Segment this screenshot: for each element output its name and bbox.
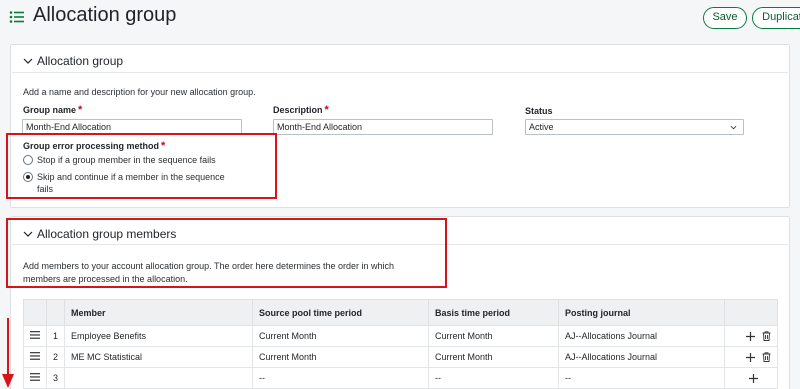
members-table: Member Source pool time period Basis tim… <box>23 299 778 389</box>
source-period-cell[interactable]: Current Month <box>252 346 430 368</box>
status-value: Active <box>529 122 554 132</box>
status-select[interactable]: Active <box>525 119 744 135</box>
allocation-group-panel: Allocation group Add a name and descript… <box>10 44 790 208</box>
row-actions <box>724 346 778 368</box>
drag-handle[interactable] <box>23 367 47 389</box>
source-period-cell[interactable]: -- <box>252 367 430 389</box>
list-menu-icon[interactable] <box>9 9 25 25</box>
add-icon[interactable] <box>746 352 756 362</box>
drag-handle-icon[interactable] <box>30 373 40 381</box>
basis-period-cell[interactable]: -- <box>428 367 560 389</box>
table-row: 1 Employee Benefits Current Month Curren… <box>23 325 778 347</box>
drag-handle[interactable] <box>23 325 47 347</box>
description-label: Description * <box>273 104 329 116</box>
drag-column-header <box>23 299 47 326</box>
status-label: Status <box>525 106 553 116</box>
section-header-members[interactable]: Allocation group members <box>23 226 176 242</box>
allocation-group-members-panel: Allocation group members Add members to … <box>10 216 790 389</box>
page-header: Allocation group Save Duplicat <box>0 0 800 36</box>
required-asterisk: * <box>324 104 329 116</box>
trash-icon[interactable] <box>762 331 771 342</box>
radio-label: Stop if a group member in the sequence f… <box>37 155 216 165</box>
row-number: 3 <box>45 367 66 389</box>
drag-handle[interactable] <box>23 346 47 368</box>
posting-journal-cell[interactable]: AJ--Allocations Journal <box>558 325 726 347</box>
drag-handle-icon[interactable] <box>30 352 40 360</box>
radio-button-selected[interactable] <box>23 172 33 182</box>
section-divider <box>12 244 788 245</box>
section-title: Allocation group members <box>37 227 177 241</box>
page-title: Allocation group <box>33 4 177 26</box>
table-row: 2 ME MC Statistical Current Month Curren… <box>23 346 778 368</box>
chevron-down-icon[interactable] <box>23 229 33 239</box>
number-column-header <box>45 299 66 326</box>
basis-period-cell[interactable]: Current Month <box>428 325 560 347</box>
actions-column-header <box>724 299 778 326</box>
row-actions <box>724 325 778 347</box>
row-actions <box>724 367 778 389</box>
row-number: 1 <box>45 325 66 347</box>
add-icon[interactable] <box>749 374 758 384</box>
section-description: Add a name and description for your new … <box>23 87 256 97</box>
radio-option-skip[interactable]: Skip and continue if a member in the seq… <box>23 171 225 195</box>
section-title: Allocation group <box>37 54 124 68</box>
column-header-member[interactable]: Member <box>64 299 254 326</box>
radio-option-stop[interactable]: Stop if a group member in the sequence f… <box>23 154 216 166</box>
section-divider <box>12 72 788 73</box>
column-header-basis[interactable]: Basis time period <box>428 299 560 326</box>
row-number: 2 <box>45 346 66 368</box>
add-icon[interactable] <box>746 331 756 341</box>
save-button[interactable]: Save <box>703 7 747 29</box>
source-period-cell[interactable]: Current Month <box>252 325 430 347</box>
member-cell[interactable] <box>64 367 254 389</box>
section-description: Add members to your account allocation g… <box>23 261 395 284</box>
column-header-source-pool[interactable]: Source pool time period <box>252 299 430 326</box>
duplicate-button[interactable]: Duplicat <box>752 7 800 29</box>
arrow-down-icon <box>2 318 14 388</box>
member-cell[interactable]: Employee Benefits <box>64 325 254 347</box>
error-method-label: Group error processing method * <box>23 140 166 152</box>
radio-button[interactable] <box>23 155 33 165</box>
chevron-down-icon[interactable] <box>23 56 33 66</box>
drag-handle-icon[interactable] <box>30 331 40 339</box>
required-asterisk: * <box>78 104 83 116</box>
group-name-input[interactable] <box>22 119 242 135</box>
required-asterisk: * <box>161 140 166 152</box>
posting-journal-cell[interactable]: AJ--Allocations Journal <box>558 346 726 368</box>
posting-journal-cell[interactable]: -- <box>558 367 726 389</box>
chevron-down-icon <box>730 125 737 130</box>
group-name-label: Group name * <box>23 104 83 116</box>
column-header-posting-journal[interactable]: Posting journal <box>558 299 726 326</box>
member-cell[interactable]: ME MC Statistical <box>64 346 254 368</box>
table-header-row: Member Source pool time period Basis tim… <box>23 299 778 326</box>
trash-icon[interactable] <box>762 352 771 363</box>
section-header-allocation-group[interactable]: Allocation group <box>23 53 123 69</box>
description-input[interactable] <box>273 119 493 135</box>
basis-period-cell[interactable]: Current Month <box>428 346 560 368</box>
table-row: 3 -- -- -- <box>23 367 778 389</box>
radio-label: Skip and continue if a member in the seq… <box>37 172 225 194</box>
